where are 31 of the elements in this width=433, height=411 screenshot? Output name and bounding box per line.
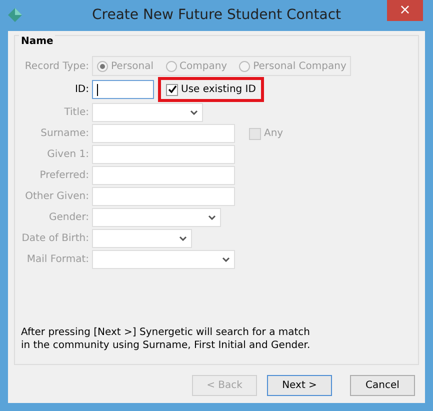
info-text: After pressing [Next >] Synergetic will search for a match in the community using Surname, First Initial and Gender. [21, 326, 312, 352]
chevron-down-icon [179, 236, 187, 241]
chevron-down-icon [208, 215, 216, 220]
chevron-down-icon [190, 110, 198, 115]
field-label: Mail Format: [26, 253, 89, 267]
field-label: Other Given: [24, 190, 89, 204]
checkbox[interactable] [166, 84, 178, 96]
radio-label: Personal [111, 60, 154, 74]
field-label: Surname: [40, 127, 89, 141]
checkbox-label: Any [264, 127, 284, 141]
field-label: Gender: [48, 211, 89, 225]
window-title: Create New Future Student Contact [92, 6, 342, 25]
input-field[interactable] [92, 80, 154, 99]
checkbox-label: Use existing ID [181, 83, 256, 97]
dialog-button[interactable]: Next > [267, 375, 332, 396]
radio-label: Personal Company [253, 60, 346, 74]
field-label: Date of Birth: [21, 232, 89, 246]
field-label: Title: [63, 106, 89, 120]
field-label: ID: [74, 83, 89, 97]
chevron-down-icon [222, 257, 230, 262]
dropdown-field[interactable] [92, 103, 203, 122]
field-label: Record Type: [24, 60, 89, 74]
close-button[interactable]: × [387, 0, 423, 21]
app-icon [8, 8, 22, 22]
radio-label: Company [180, 60, 228, 74]
dropdown-field[interactable] [92, 229, 192, 248]
field-label: Preferred: [38, 169, 89, 183]
field-label: Given 1: [46, 148, 89, 162]
dropdown-field[interactable] [92, 208, 221, 227]
dropdown-field[interactable] [92, 250, 235, 269]
dialog-button[interactable]: Cancel [350, 375, 415, 396]
